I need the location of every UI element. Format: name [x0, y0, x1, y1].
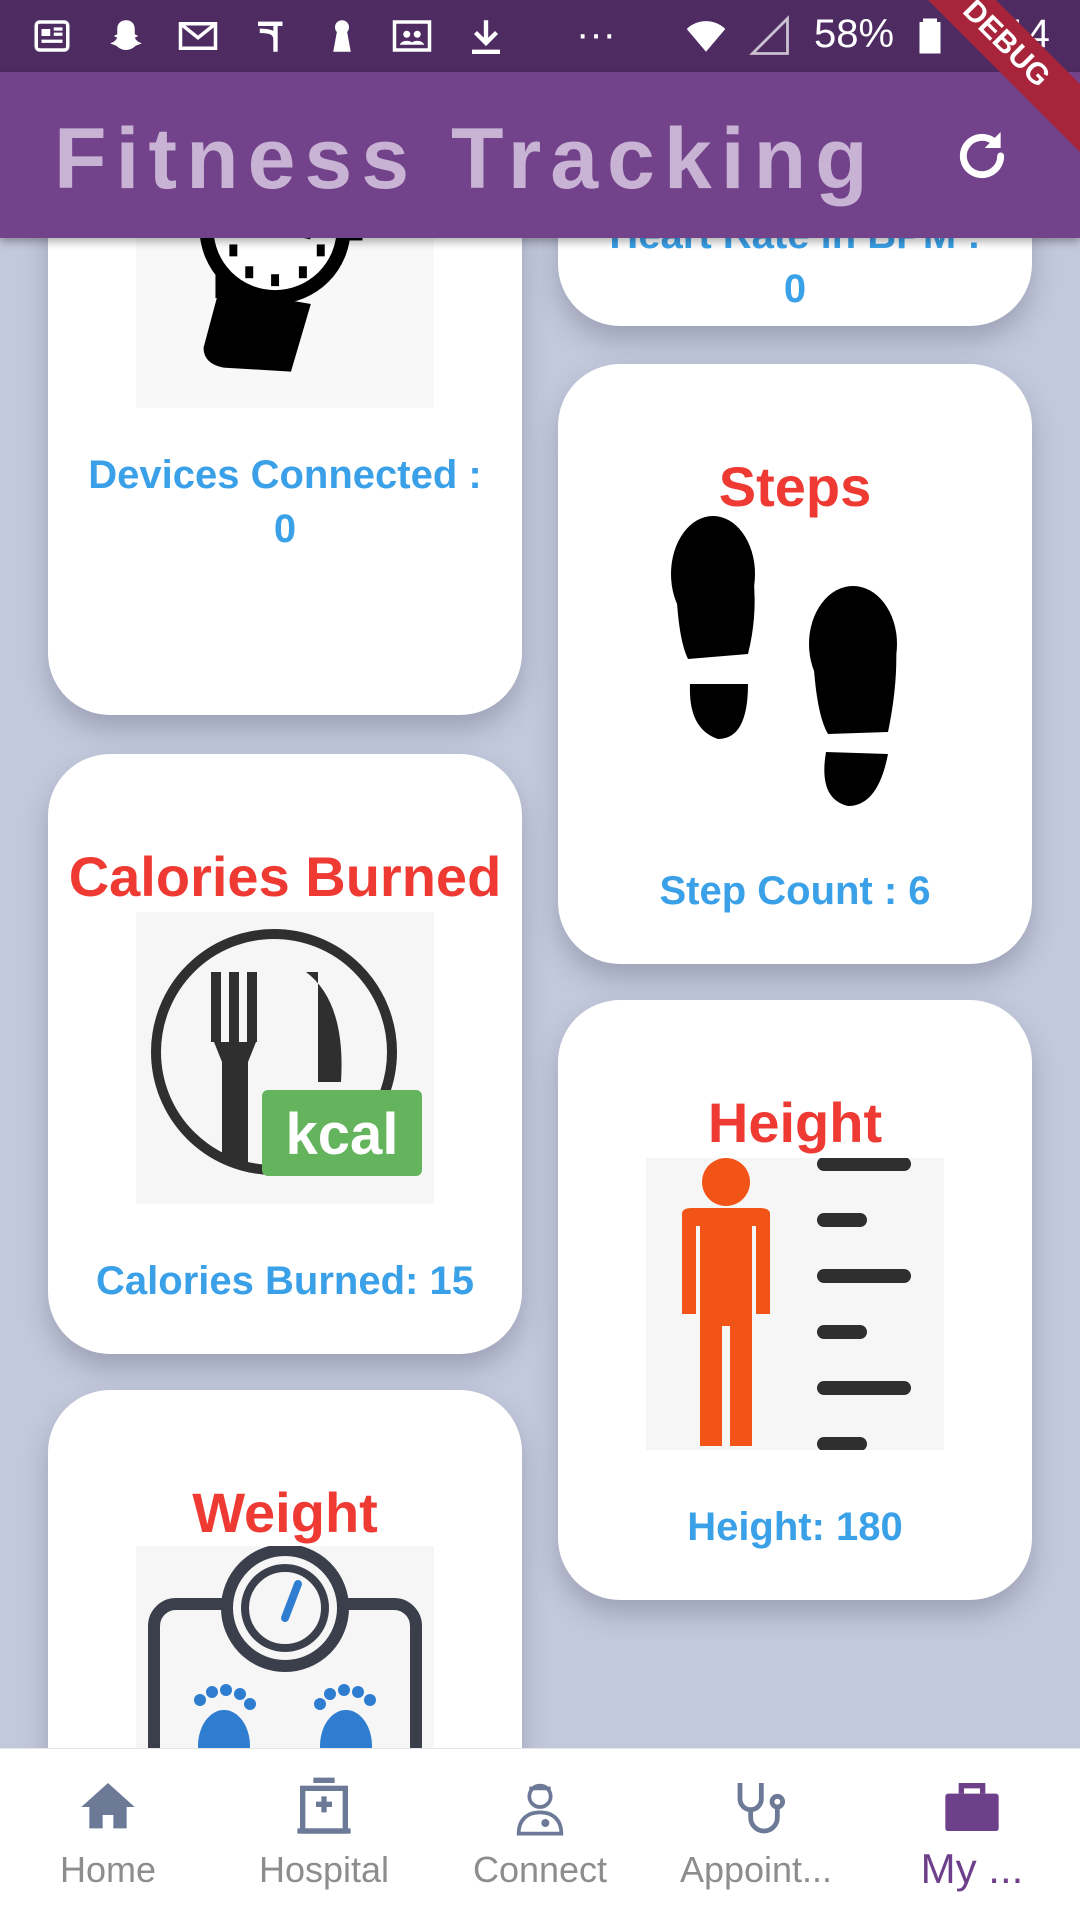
news-icon	[30, 14, 74, 58]
hospital-icon	[297, 1777, 351, 1834]
scale-icon	[136, 1544, 434, 1748]
kcal-icon: kcal	[136, 912, 434, 1204]
nav-item-home[interactable]: Home	[0, 1749, 216, 1921]
signal-icon	[748, 14, 792, 58]
nav-item-hospital[interactable]: Hospital	[216, 1749, 432, 1921]
gmail-icon	[176, 14, 220, 58]
battery-percent: 58%	[814, 12, 895, 56]
step-count-value: Step Count : 6	[659, 869, 931, 913]
wifi-icon	[684, 14, 728, 58]
briefcase-icon	[945, 1783, 999, 1831]
app-bar: Fitness Tracking	[0, 72, 1080, 238]
dashboard-content[interactable]: Devices Connected : 0 Heart Rate in BPM …	[0, 238, 1080, 1748]
nav-label-my: My ...	[920, 1845, 1024, 1892]
home-icon	[81, 1783, 135, 1829]
weight-title: Weight	[192, 1481, 378, 1544]
refresh-icon[interactable]	[950, 124, 1014, 188]
battery-icon	[908, 14, 952, 58]
footprints-icon	[668, 514, 922, 824]
overflow-dots: ···	[576, 12, 616, 56]
stethoscope-icon	[737, 1783, 786, 1834]
calories-card[interactable]: Calories Burned kcal Calories Burned: 15	[48, 754, 522, 1354]
bottom-navigation: Home Hospital Connect Appoint... My ...	[0, 1748, 1080, 1921]
steps-title: Steps	[718, 455, 872, 518]
heart-rate-value: Heart Rate in BPM : 0	[609, 238, 980, 311]
doctor-icon	[516, 1783, 564, 1836]
nav-label-home: Home	[59, 1849, 157, 1890]
nav-item-appointments[interactable]: Appoint...	[648, 1749, 864, 1921]
nav-label-appointments: Appoint...	[679, 1849, 833, 1890]
nav-label-hospital: Hospital	[258, 1849, 390, 1890]
weight-card[interactable]: Weight	[48, 1390, 522, 1748]
height-icon	[646, 1157, 944, 1451]
steps-card[interactable]: Steps Step Count : 6	[558, 364, 1032, 964]
snapchat-icon	[104, 14, 148, 58]
kcal-label: kcal	[286, 1102, 399, 1167]
height-title: Height	[707, 1091, 883, 1154]
phonepe-icon	[250, 14, 294, 58]
keyhole-icon	[320, 14, 364, 58]
status-bar: ··· 58% 5:14	[0, 0, 1080, 72]
devices-connected-value: Devices Connected : 0	[88, 453, 482, 551]
calories-burned-value: Calories Burned: 15	[96, 1259, 474, 1303]
watch-icon	[136, 238, 434, 408]
devices-card[interactable]: Devices Connected : 0	[48, 238, 522, 715]
heart-rate-card[interactable]: Heart Rate in BPM : 0	[558, 238, 1032, 326]
contacts-icon	[390, 14, 434, 58]
download-icon	[464, 14, 508, 58]
height-card[interactable]: Height Height: 180	[558, 1000, 1032, 1600]
nav-item-my[interactable]: My ...	[864, 1749, 1080, 1921]
height-value: Height: 180	[687, 1505, 903, 1549]
calories-title: Calories Burned	[68, 845, 502, 908]
nav-item-connect[interactable]: Connect	[432, 1749, 648, 1921]
page-title: Fitness Tracking	[54, 111, 877, 207]
nav-label-connect: Connect	[472, 1849, 608, 1890]
